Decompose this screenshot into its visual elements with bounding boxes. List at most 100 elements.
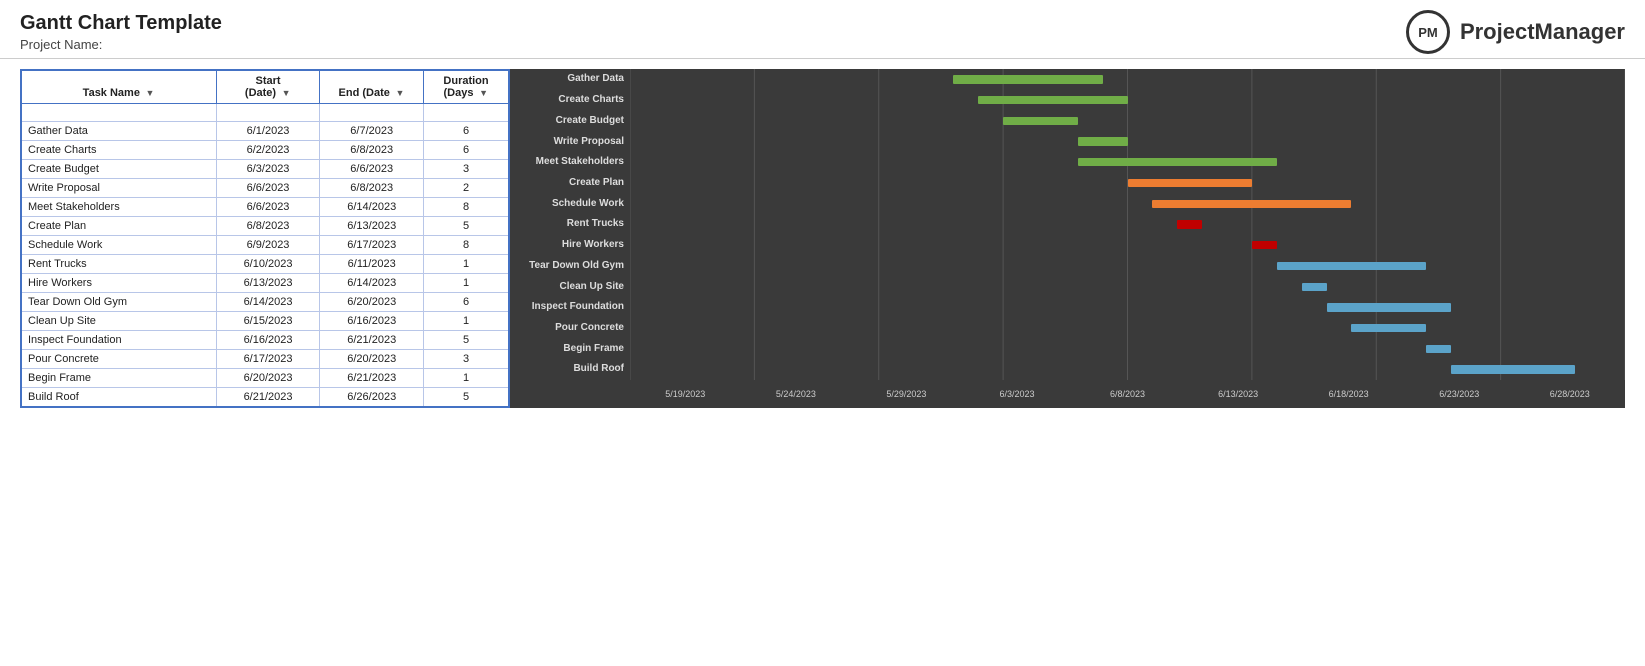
task-name-cell: Schedule Work bbox=[21, 236, 216, 255]
gantt-bar bbox=[978, 96, 1127, 104]
gantt-bar bbox=[1351, 324, 1426, 332]
chart-task-label: Create Charts bbox=[516, 94, 624, 106]
table-row: Write Proposal 6/6/2023 6/8/2023 2 bbox=[21, 179, 509, 198]
task-name-cell: Create Budget bbox=[21, 160, 216, 179]
xaxis-label: 5/29/2023 bbox=[851, 389, 962, 399]
gantt-bar bbox=[1451, 365, 1575, 373]
start-date-cell: 6/9/2023 bbox=[216, 236, 320, 255]
logo-text: ProjectManager bbox=[1460, 19, 1625, 45]
table-row: Gather Data 6/1/2023 6/7/2023 6 bbox=[21, 122, 509, 141]
chart-task-label: Meet Stakeholders bbox=[516, 156, 624, 168]
col-start: Start(Date) ▼ bbox=[216, 70, 320, 104]
end-date-cell: 6/14/2023 bbox=[320, 198, 424, 217]
start-date-cell: 6/2/2023 bbox=[216, 141, 320, 160]
gantt-bar bbox=[1177, 220, 1202, 228]
duration-cell: 5 bbox=[424, 217, 509, 236]
task-name-cell: Hire Workers bbox=[21, 274, 216, 293]
chart-task-label: Hire Workers bbox=[516, 239, 624, 251]
task-name-cell: Create Charts bbox=[21, 141, 216, 160]
duration-cell: 6 bbox=[424, 293, 509, 312]
xaxis-label: 6/8/2023 bbox=[1072, 389, 1183, 399]
chart-task-label: Inspect Foundation bbox=[516, 301, 624, 313]
table-row: Create Plan 6/8/2023 6/13/2023 5 bbox=[21, 217, 509, 236]
chart-task-label: Begin Frame bbox=[516, 343, 624, 355]
end-date-cell: 6/20/2023 bbox=[320, 293, 424, 312]
chart-task-label: Pour Concrete bbox=[516, 322, 624, 334]
duration-cell: 6 bbox=[424, 122, 509, 141]
header: Gantt Chart Template Project Name: PM Pr… bbox=[0, 0, 1645, 59]
task-name-cell: Rent Trucks bbox=[21, 255, 216, 274]
table-row: Create Budget 6/3/2023 6/6/2023 3 bbox=[21, 160, 509, 179]
task-name-cell: Create Plan bbox=[21, 217, 216, 236]
table-row: Begin Frame 6/20/2023 6/21/2023 1 bbox=[21, 369, 509, 388]
gantt-bar bbox=[1078, 137, 1128, 145]
table-row: Meet Stakeholders 6/6/2023 6/14/2023 8 bbox=[21, 198, 509, 217]
table-row: Create Charts 6/2/2023 6/8/2023 6 bbox=[21, 141, 509, 160]
table-row: Pour Concrete 6/17/2023 6/20/2023 3 bbox=[21, 350, 509, 369]
xaxis-label: 6/3/2023 bbox=[962, 389, 1073, 399]
task-name-cell: Gather Data bbox=[21, 122, 216, 141]
end-date-cell: 6/16/2023 bbox=[320, 312, 424, 331]
main-content: Task Name ▼ Start(Date) ▼ End (Date ▼ Du… bbox=[0, 59, 1645, 418]
start-date-cell: 6/17/2023 bbox=[216, 350, 320, 369]
end-date-cell: 6/17/2023 bbox=[320, 236, 424, 255]
gantt-bar bbox=[1078, 158, 1277, 166]
end-date-cell: 6/20/2023 bbox=[320, 350, 424, 369]
start-date-cell: 6/13/2023 bbox=[216, 274, 320, 293]
end-date-cell: 6/6/2023 bbox=[320, 160, 424, 179]
task-name-cell: Pour Concrete bbox=[21, 350, 216, 369]
start-date-cell: 6/20/2023 bbox=[216, 369, 320, 388]
task-name-cell: Clean Up Site bbox=[21, 312, 216, 331]
gantt-bar bbox=[1128, 179, 1252, 187]
xaxis-label: 6/18/2023 bbox=[1293, 389, 1404, 399]
logo: PM ProjectManager bbox=[1406, 10, 1625, 54]
xaxis-label: 5/19/2023 bbox=[630, 389, 741, 399]
page-title: Gantt Chart Template bbox=[20, 12, 222, 35]
end-date-cell: 6/21/2023 bbox=[320, 369, 424, 388]
end-date-cell: 6/11/2023 bbox=[320, 255, 424, 274]
start-date-cell: 6/1/2023 bbox=[216, 122, 320, 141]
table-row: Inspect Foundation 6/16/2023 6/21/2023 5 bbox=[21, 331, 509, 350]
gantt-bar bbox=[1277, 262, 1426, 270]
start-date-cell: 6/14/2023 bbox=[216, 293, 320, 312]
end-date-cell: 6/8/2023 bbox=[320, 141, 424, 160]
xaxis-label: 6/23/2023 bbox=[1404, 389, 1515, 399]
end-date-cell: 6/14/2023 bbox=[320, 274, 424, 293]
duration-cell: 1 bbox=[424, 312, 509, 331]
gantt-bar bbox=[1252, 241, 1277, 249]
chart-task-label: Gather Data bbox=[516, 73, 624, 85]
gantt-bar bbox=[1003, 117, 1078, 125]
task-name-cell: Meet Stakeholders bbox=[21, 198, 216, 217]
task-name-cell: Build Roof bbox=[21, 388, 216, 408]
duration-cell: 5 bbox=[424, 388, 509, 408]
duration-cell: 1 bbox=[424, 274, 509, 293]
project-name-label: Project Name: bbox=[20, 37, 222, 52]
task-name-cell: Tear Down Old Gym bbox=[21, 293, 216, 312]
duration-cell: 1 bbox=[424, 369, 509, 388]
chart-task-label: Clean Up Site bbox=[516, 281, 624, 293]
chart-task-label: Schedule Work bbox=[516, 198, 624, 210]
col-end: End (Date ▼ bbox=[320, 70, 424, 104]
xaxis-label: 6/28/2023 bbox=[1515, 389, 1626, 399]
duration-cell: 3 bbox=[424, 350, 509, 369]
task-name-cell: Begin Frame bbox=[21, 369, 216, 388]
gantt-table-container: Task Name ▼ Start(Date) ▼ End (Date ▼ Du… bbox=[20, 69, 510, 408]
chart-task-label: Write Proposal bbox=[516, 136, 624, 148]
xaxis-label: 5/24/2023 bbox=[741, 389, 852, 399]
end-date-cell: 6/26/2023 bbox=[320, 388, 424, 408]
chart-task-label: Create Budget bbox=[516, 115, 624, 127]
table-row: Clean Up Site 6/15/2023 6/16/2023 1 bbox=[21, 312, 509, 331]
start-date-cell: 6/10/2023 bbox=[216, 255, 320, 274]
start-date-cell: 6/8/2023 bbox=[216, 217, 320, 236]
start-date-cell: 6/15/2023 bbox=[216, 312, 320, 331]
table-row: Rent Trucks 6/10/2023 6/11/2023 1 bbox=[21, 255, 509, 274]
duration-cell: 5 bbox=[424, 331, 509, 350]
table-row: Hire Workers 6/13/2023 6/14/2023 1 bbox=[21, 274, 509, 293]
end-date-cell: 6/7/2023 bbox=[320, 122, 424, 141]
start-date-cell: 6/6/2023 bbox=[216, 198, 320, 217]
table-row: Build Roof 6/21/2023 6/26/2023 5 bbox=[21, 388, 509, 408]
chart-area: Gather Data Create Charts Create Budget Wri… bbox=[510, 69, 1625, 408]
start-date-cell: 6/3/2023 bbox=[216, 160, 320, 179]
end-date-cell: 6/13/2023 bbox=[320, 217, 424, 236]
duration-cell: 2 bbox=[424, 179, 509, 198]
